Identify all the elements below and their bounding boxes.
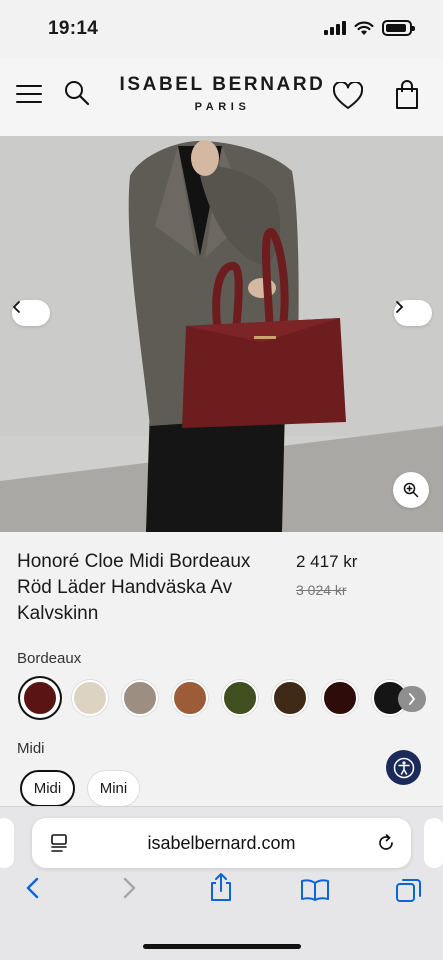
brand-logo[interactable]: ISABEL BERNARD PARIS: [110, 74, 335, 113]
accessibility-button[interactable]: [386, 750, 421, 785]
menu-icon[interactable]: [16, 84, 42, 104]
swatch-bordeaux[interactable]: [22, 680, 58, 716]
back-icon[interactable]: [24, 876, 42, 900]
address-bar[interactable]: isabelbernard.com: [32, 818, 411, 868]
accessibility-icon: [393, 757, 414, 778]
brand-subtitle: PARIS: [194, 101, 251, 113]
next-tab-peek[interactable]: [424, 818, 443, 868]
home-indicator: [143, 944, 301, 949]
product-image-carousel[interactable]: [0, 136, 443, 532]
chevron-left-icon: [12, 301, 20, 313]
product-title: Honoré Cloe Midi Bordeaux Röd Läder Hand…: [17, 551, 251, 624]
color-label: Bordeaux: [17, 650, 82, 667]
size-option-midi[interactable]: Midi: [20, 770, 75, 807]
swatch[interactable]: [272, 680, 308, 716]
zoom-in-icon: [403, 482, 419, 498]
bookmarks-icon[interactable]: [300, 878, 330, 902]
swatch[interactable]: [172, 680, 208, 716]
tabs-icon[interactable]: [395, 876, 423, 904]
swatch-scroll-button[interactable]: [398, 686, 426, 712]
url-text: isabelbernard.com: [147, 833, 296, 853]
site-header: ISABEL BERNARD PARIS: [0, 58, 443, 136]
carousel-prev-button[interactable]: [12, 300, 50, 326]
status-time: 19:14: [48, 18, 99, 39]
swatch[interactable]: [222, 680, 258, 716]
wifi-icon: [354, 21, 374, 35]
share-icon[interactable]: [208, 872, 234, 902]
battery-icon: [382, 20, 415, 36]
color-swatches: [18, 678, 443, 720]
previous-tab-peek[interactable]: [0, 818, 14, 868]
swatch[interactable]: [322, 680, 358, 716]
product-photo: [0, 136, 443, 532]
status-bar: 19:14: [0, 0, 443, 58]
product-old-price: 3 024 kr: [296, 582, 347, 598]
zoom-button[interactable]: [393, 472, 429, 508]
carousel-next-button[interactable]: [394, 300, 432, 326]
swatch[interactable]: [122, 680, 158, 716]
heart-icon[interactable]: [333, 82, 363, 110]
shopping-bag-icon[interactable]: [395, 80, 419, 110]
chevron-right-icon: [396, 301, 404, 313]
product-price: 2 417 kr: [296, 552, 358, 571]
swatch[interactable]: [72, 680, 108, 716]
reload-icon[interactable]: [375, 832, 397, 854]
chevron-right-icon: [409, 693, 416, 705]
size-label: Midi: [17, 740, 45, 757]
search-icon[interactable]: [64, 80, 90, 106]
forward-icon[interactable]: [120, 876, 138, 900]
signal-icon: [324, 21, 346, 35]
size-option-mini[interactable]: Mini: [87, 770, 140, 807]
brand-name: ISABEL BERNARD: [119, 74, 326, 95]
